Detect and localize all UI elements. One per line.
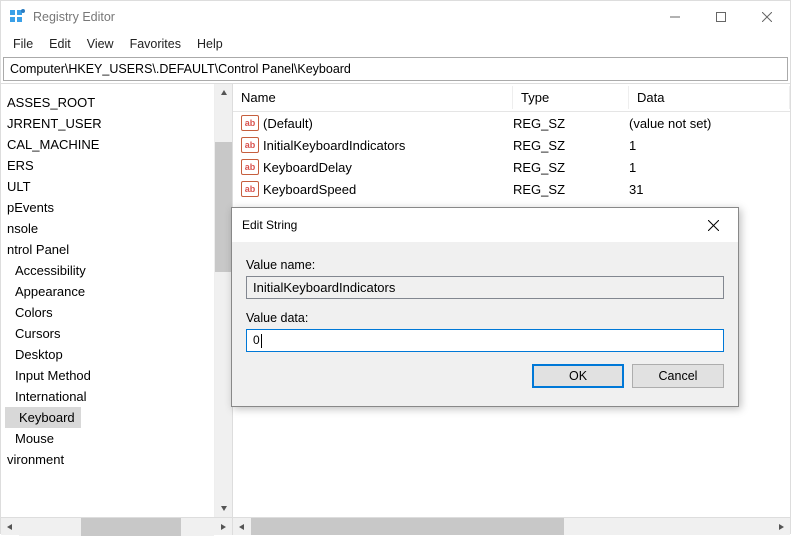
scroll-track[interactable] — [19, 518, 214, 536]
value-data-input[interactable]: 0 — [246, 329, 724, 352]
menu-edit[interactable]: Edit — [41, 35, 79, 53]
menu-file[interactable]: File — [5, 35, 41, 53]
edit-string-dialog: Edit String Value name: Value data: 0 OK… — [231, 207, 739, 407]
tree-item[interactable]: ERS — [1, 155, 232, 176]
maximize-button[interactable] — [698, 1, 744, 33]
dialog-buttons: OK Cancel — [232, 360, 738, 400]
dialog-title: Edit String — [242, 218, 698, 232]
window-title: Registry Editor — [33, 10, 652, 24]
scroll-left-icon[interactable] — [1, 518, 19, 536]
scroll-down-icon[interactable] — [215, 499, 233, 517]
cell-data: 1 — [629, 138, 790, 153]
menu-favorites[interactable]: Favorites — [122, 35, 189, 53]
value-name-input[interactable] — [246, 276, 724, 299]
scroll-right-icon[interactable] — [772, 518, 790, 536]
cell-name: InitialKeyboardIndicators — [263, 138, 513, 153]
list-header: Name Type Data — [233, 84, 790, 112]
scroll-track[interactable] — [215, 102, 232, 499]
string-value-icon: ab — [241, 115, 259, 131]
value-name-label: Value name: — [246, 258, 724, 272]
address-path: Computer\HKEY_USERS\.DEFAULT\Control Pan… — [10, 62, 351, 76]
tree-item[interactable]: JRRENT_USER — [1, 113, 232, 134]
window-controls — [652, 1, 790, 33]
tree-item[interactable]: International — [1, 386, 232, 407]
tree-item[interactable]: nsole — [1, 218, 232, 239]
cell-data: 31 — [629, 182, 790, 197]
cell-type: REG_SZ — [513, 160, 629, 175]
tree-vscrollbar[interactable] — [214, 84, 232, 517]
string-value-icon: ab — [241, 159, 259, 175]
cell-type: REG_SZ — [513, 182, 629, 197]
tree-item[interactable]: ASSES_ROOT — [1, 92, 232, 113]
tree-item[interactable]: ULT — [1, 176, 232, 197]
dialog-titlebar: Edit String — [232, 208, 738, 242]
list-row[interactable]: ab KeyboardDelayREG_SZ1 — [233, 156, 790, 178]
tree-pane: ASSES_ROOTJRRENT_USERCAL_MACHINEERSULTpE… — [1, 84, 233, 535]
regedit-icon — [9, 9, 25, 25]
column-data[interactable]: Data — [629, 86, 790, 109]
value-data-label: Value data: — [246, 311, 724, 325]
cell-name: KeyboardSpeed — [263, 182, 513, 197]
dialog-close-button[interactable] — [698, 210, 728, 240]
scroll-right-icon[interactable] — [214, 518, 232, 536]
tree-hscrollbar[interactable] — [1, 517, 232, 535]
dialog-body: Value name: Value data: 0 — [232, 242, 738, 360]
tree-item[interactable]: Desktop — [1, 344, 232, 365]
menu-help[interactable]: Help — [189, 35, 231, 53]
tree-item[interactable]: Mouse — [1, 428, 232, 449]
scroll-track[interactable] — [251, 518, 772, 536]
tree-item[interactable]: Keyboard — [5, 407, 81, 428]
list-row[interactable]: ab KeyboardSpeedREG_SZ31 — [233, 178, 790, 200]
values-hscrollbar[interactable] — [233, 517, 790, 535]
list-row[interactable]: ab InitialKeyboardIndicatorsREG_SZ1 — [233, 134, 790, 156]
scroll-thumb[interactable] — [251, 518, 564, 536]
minimize-button[interactable] — [652, 1, 698, 33]
cell-name: KeyboardDelay — [263, 160, 513, 175]
cell-name: (Default) — [263, 116, 513, 131]
tree-item[interactable]: ntrol Panel — [1, 239, 232, 260]
cell-type: REG_SZ — [513, 116, 629, 131]
scroll-thumb[interactable] — [81, 518, 181, 536]
tree-item[interactable]: Accessibility — [1, 260, 232, 281]
close-button[interactable] — [744, 1, 790, 33]
tree-item[interactable]: Colors — [1, 302, 232, 323]
menu-view[interactable]: View — [79, 35, 122, 53]
tree[interactable]: ASSES_ROOTJRRENT_USERCAL_MACHINEERSULTpE… — [1, 84, 232, 517]
tree-item[interactable]: Cursors — [1, 323, 232, 344]
text-caret — [261, 334, 262, 348]
string-value-icon: ab — [241, 181, 259, 197]
cell-type: REG_SZ — [513, 138, 629, 153]
tree-item[interactable]: CAL_MACHINE — [1, 134, 232, 155]
ok-button[interactable]: OK — [532, 364, 624, 388]
scroll-up-icon[interactable] — [215, 84, 233, 102]
tree-item[interactable]: Input Method — [1, 365, 232, 386]
tree-item[interactable]: Appearance — [1, 281, 232, 302]
cell-data: (value not set) — [629, 116, 790, 131]
cancel-button[interactable]: Cancel — [632, 364, 724, 388]
titlebar: Registry Editor — [1, 1, 790, 33]
scroll-thumb[interactable] — [215, 142, 232, 272]
column-name[interactable]: Name — [233, 86, 513, 109]
tree-item[interactable]: pEvents — [1, 197, 232, 218]
address-bar[interactable]: Computer\HKEY_USERS\.DEFAULT\Control Pan… — [3, 57, 788, 81]
list-row[interactable]: ab (Default)REG_SZ(value not set) — [233, 112, 790, 134]
string-value-icon: ab — [241, 137, 259, 153]
cell-data: 1 — [629, 160, 790, 175]
menubar: File Edit View Favorites Help — [1, 33, 790, 55]
scroll-left-icon[interactable] — [233, 518, 251, 536]
tree-item[interactable]: vironment — [1, 449, 232, 470]
column-type[interactable]: Type — [513, 86, 629, 109]
